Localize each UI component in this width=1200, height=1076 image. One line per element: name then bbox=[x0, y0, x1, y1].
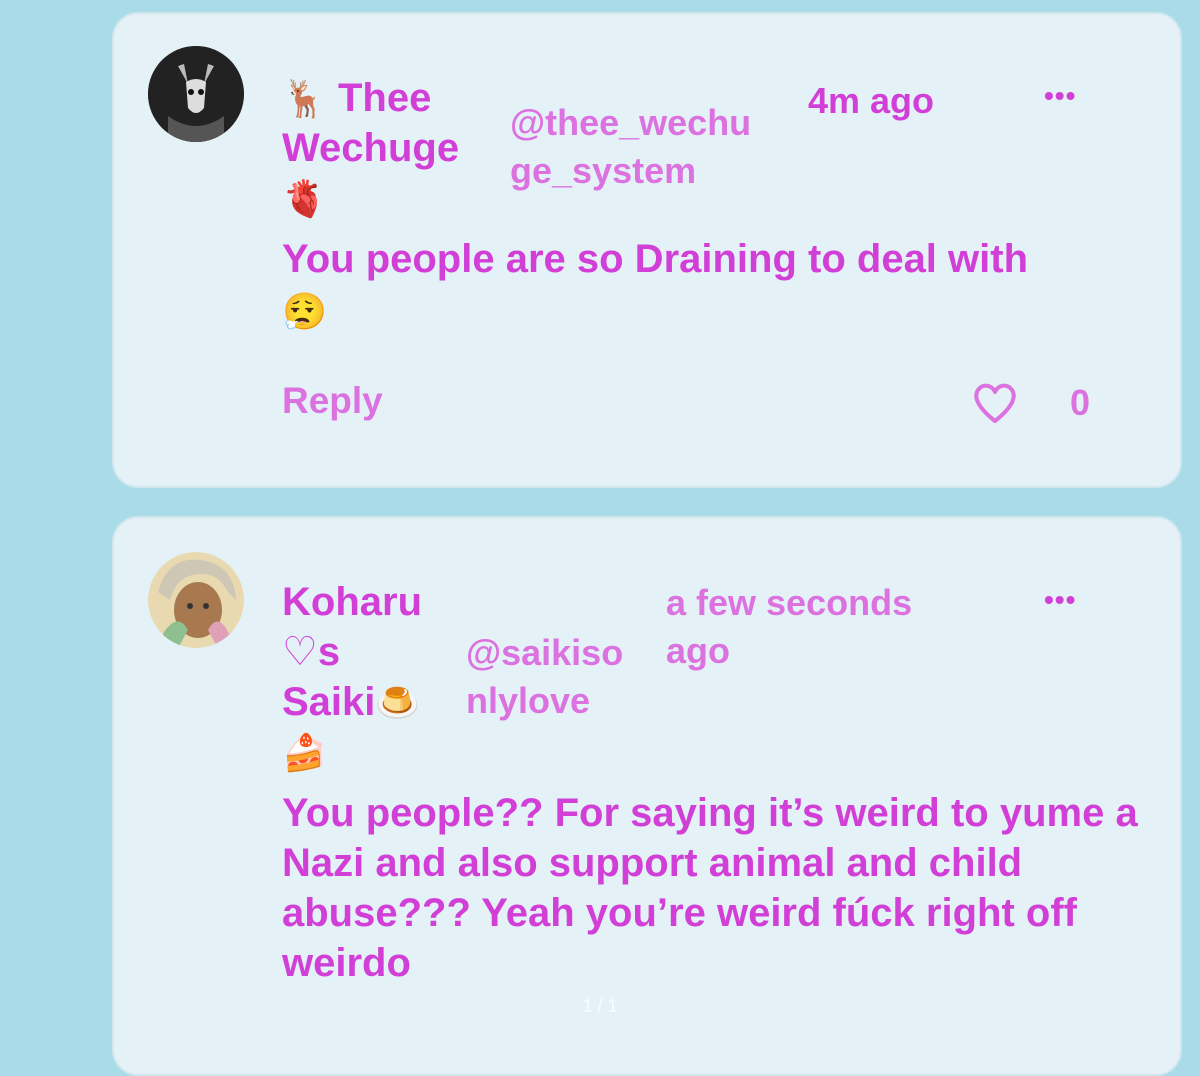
timestamp-line2: ago bbox=[666, 630, 731, 671]
author-name-line1[interactable]: Koharu bbox=[282, 578, 422, 626]
timestamp: 4m ago bbox=[808, 80, 935, 121]
comment-card: 🦌 Thee Wechuge 🫀 @thee_wechu ge_system 4… bbox=[112, 12, 1182, 488]
author-name-line1: Thee bbox=[337, 76, 432, 120]
author-handle-line1[interactable]: @thee_wechu bbox=[510, 100, 751, 146]
author-name[interactable]: 🦌 Thee bbox=[282, 74, 431, 122]
author-name-line2[interactable]: ♡s bbox=[282, 628, 340, 676]
deer-skull-avatar-image bbox=[148, 46, 244, 142]
avatar[interactable] bbox=[148, 552, 244, 648]
anatomical-heart-emoji: 🫀 bbox=[282, 178, 327, 219]
reply-button[interactable]: Reply bbox=[282, 380, 383, 422]
comment-text-content: You people are so Draining to deal with bbox=[282, 237, 1029, 281]
exhale-face-emoji: 😮‍💨 bbox=[282, 291, 327, 332]
like-count: 0 bbox=[1070, 382, 1091, 423]
heart-icon[interactable] bbox=[972, 382, 1018, 429]
author-name-line2[interactable]: Wechuge bbox=[282, 124, 459, 172]
deer-emoji: 🦌 bbox=[282, 78, 327, 119]
anime-character-avatar-image bbox=[148, 552, 244, 648]
author-name-line3[interactable]: Saiki🍮 bbox=[282, 678, 420, 726]
more-options-icon[interactable]: ••• bbox=[1044, 584, 1076, 616]
author-handle-line1[interactable]: @saikiso bbox=[466, 630, 623, 676]
more-options-icon[interactable]: ••• bbox=[1044, 80, 1076, 112]
comment-text: You people are so Draining to deal with bbox=[282, 234, 1142, 284]
timestamp-line1: a few seconds bbox=[666, 582, 913, 623]
shortcake-emoji: 🍰 bbox=[282, 732, 327, 773]
avatar[interactable] bbox=[148, 46, 244, 142]
page-indicator: 1 / 1 bbox=[582, 996, 618, 1016]
author-handle-line2[interactable]: nlylove bbox=[466, 678, 590, 724]
heart-outline-icon: ♡ bbox=[282, 630, 318, 674]
comment-card: Koharu ♡s Saiki🍮 🍰 @saikiso nlylove a fe… bbox=[112, 516, 1182, 1076]
author-handle-line2[interactable]: ge_system bbox=[510, 148, 696, 194]
pudding-emoji: 🍮 bbox=[375, 682, 421, 723]
comment-text: You people?? For saying it’s weird to yu… bbox=[282, 791, 1138, 985]
